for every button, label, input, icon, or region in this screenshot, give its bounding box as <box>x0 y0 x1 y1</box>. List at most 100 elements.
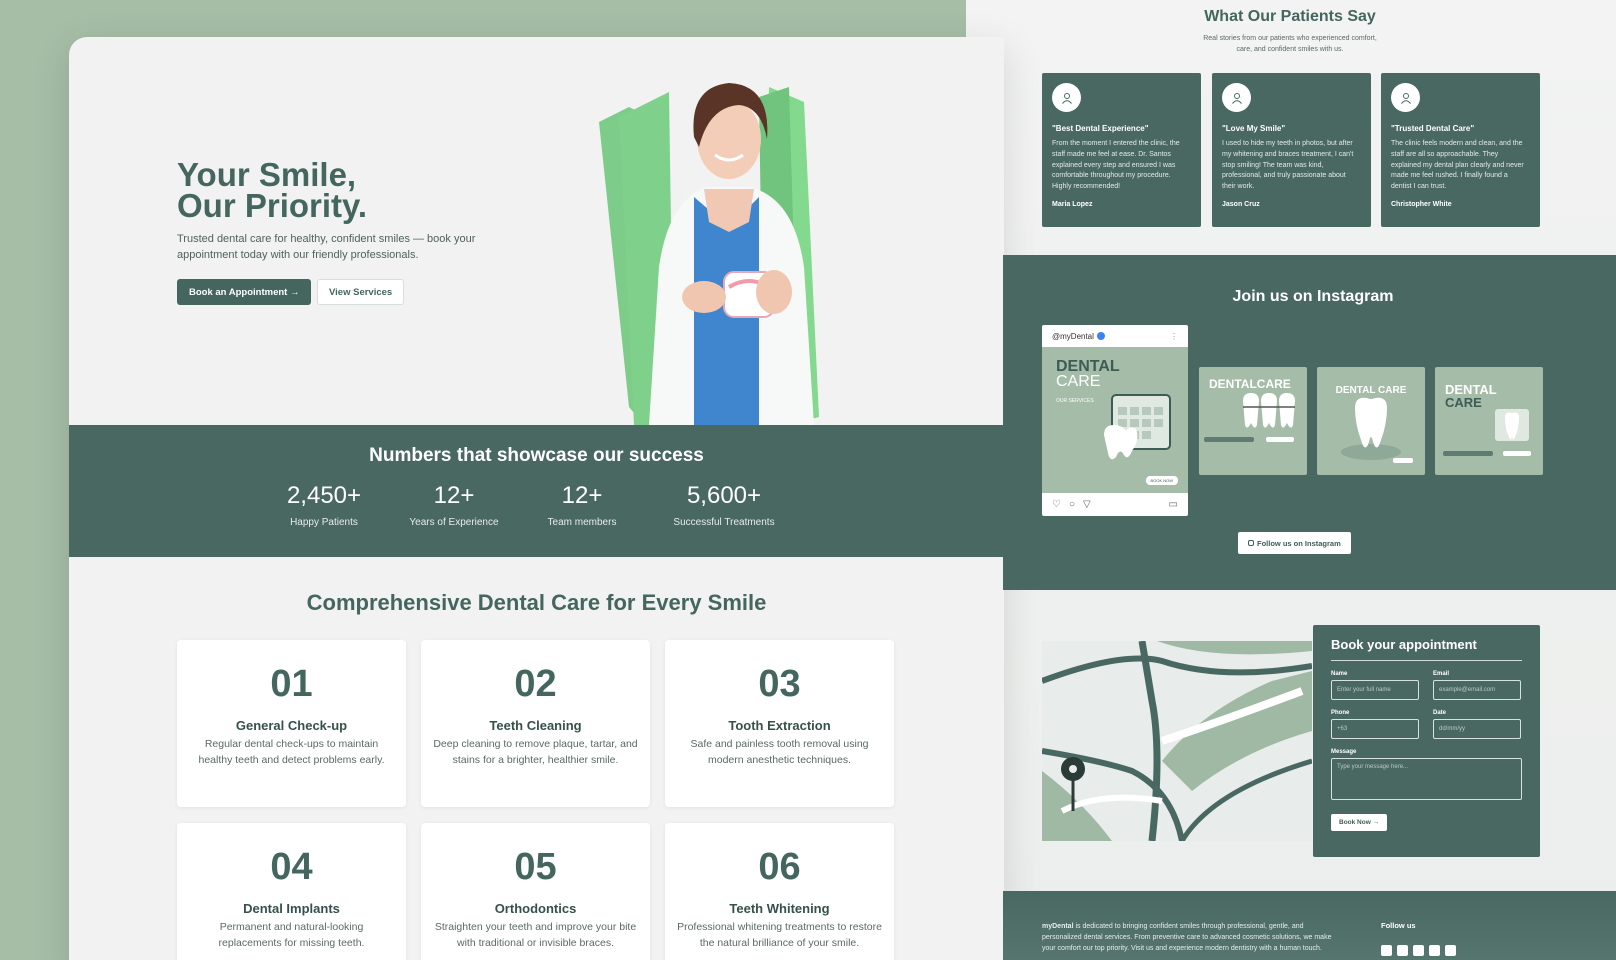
service-title: Teeth Whitening <box>729 901 830 916</box>
instagram-post-main[interactable]: @myDental ⋮ DENTAL CARE OUR SERVICES BOO… <box>1042 325 1188 516</box>
bookmark-icon[interactable]: ▭ <box>1169 499 1178 510</box>
location-map[interactable] <box>1042 641 1312 841</box>
tooth-graphic <box>1341 397 1413 463</box>
service-description: Safe and painless tooth removal using mo… <box>690 738 869 766</box>
date-field-group: Date dd/mm/yy <box>1433 710 1521 739</box>
instagram-post[interactable]: DENTALCARE <box>1199 367 1307 475</box>
user-avatar-icon <box>1391 83 1420 112</box>
post-image: DENTAL CARE OUR SERVICES BOOK NOW <box>1042 347 1188 493</box>
booking-row: Name Enter your full name Email example@… <box>1331 671 1522 700</box>
name-field-group: Name Enter your full name <box>1331 671 1419 700</box>
post-actions: ♡ ○ ▽ ▭ <box>1042 493 1188 515</box>
email-input[interactable]: example@email.com <box>1433 680 1521 700</box>
comment-icon[interactable]: ○ <box>1069 499 1075 510</box>
instagram-post[interactable]: DENTAL CARE <box>1317 367 1425 475</box>
testimonials-subtitle: Real stories from our patients who exper… <box>1203 35 1377 53</box>
calendar-tooth-graphic <box>1104 394 1171 460</box>
service-number: 02 <box>514 663 557 705</box>
facebook-icon[interactable] <box>1381 945 1392 956</box>
service-title: Tooth Extraction <box>728 718 831 733</box>
heart-icon[interactable]: ♡ <box>1052 499 1061 510</box>
teeth-braces-graphic <box>1204 393 1295 442</box>
instagram-title: Join us on Instagram <box>1232 288 1394 305</box>
book-now-button[interactable]: Book Now → <box>1331 814 1388 831</box>
testimonial-author: Maria Lopez <box>1052 200 1093 208</box>
follow-instagram-label: Follow us on Instagram <box>1257 538 1341 548</box>
service-description: Straighten your teeth and improve your b… <box>434 921 637 949</box>
message-textarea[interactable]: Type your message here... <box>1331 758 1522 800</box>
verified-icon <box>1096 332 1105 340</box>
stat-value: 2,450+ <box>286 482 362 509</box>
view-services-button[interactable]: View Services <box>317 279 405 305</box>
service-card[interactable]: 05 Orthodontics Straighten your teeth an… <box>421 823 650 960</box>
stat-item: 5,600+ Successful Treatments <box>659 481 789 528</box>
service-card[interactable]: 01 General Check-up Regular dental check… <box>177 640 406 807</box>
post-title: DENTALCARE <box>1209 377 1291 391</box>
service-description: Deep cleaning to remove plaque, tartar, … <box>433 738 638 766</box>
send-icon[interactable]: ▽ <box>1083 499 1091 510</box>
booking-row: Phone +63 Date dd/mm/yy <box>1331 710 1522 739</box>
name-input[interactable]: Enter your full name <box>1331 680 1419 700</box>
testimonial-title: "Love My Smile" <box>1222 124 1286 133</box>
service-number: 04 <box>270 846 313 888</box>
service-title: Teeth Cleaning <box>489 718 582 733</box>
message-label: Message <box>1331 749 1357 755</box>
service-title: General Check-up <box>235 718 348 733</box>
service-description: Permanent and natural-looking replacemen… <box>218 921 365 949</box>
stats-section: Numbers that showcase our success 2,450+… <box>69 425 1004 557</box>
testimonial-card: "Best Dental Experience" From the moment… <box>1042 73 1201 227</box>
post-header: @myDental ⋮ <box>1042 325 1188 347</box>
service-number: 01 <box>270 663 313 705</box>
instagram-post[interactable]: DENTAL CARE <box>1435 367 1543 475</box>
post-title-line1: DENTAL <box>1445 382 1497 397</box>
instagram-icon <box>1248 540 1254 546</box>
twitter-icon[interactable] <box>1397 945 1408 956</box>
stat-label: Years of Experience <box>409 517 499 528</box>
instagram-icon[interactable] <box>1413 945 1424 956</box>
dentist-image <box>599 83 819 425</box>
youtube-icon[interactable] <box>1445 945 1456 956</box>
book-appointment-button[interactable]: Book an Appointment → <box>177 279 312 305</box>
email-field-group: Email example@email.com <box>1433 671 1521 700</box>
testimonial-title: "Best Dental Experience" <box>1052 124 1149 133</box>
stats-title: Numbers that showcase our success <box>369 445 704 466</box>
service-card[interactable]: 06 Teeth Whitening Professional whitenin… <box>665 823 894 960</box>
stat-item: 2,450+ Happy Patients <box>274 481 374 528</box>
booking-title: Book your appointment <box>1331 637 1522 661</box>
linkedin-icon[interactable] <box>1429 945 1440 956</box>
user-avatar-icon <box>1222 83 1251 112</box>
service-card[interactable]: 02 Teeth Cleaning Deep cleaning to remov… <box>421 640 650 807</box>
post-title-line1: DENTAL <box>1056 358 1120 375</box>
phone-label: Phone <box>1331 710 1350 716</box>
testimonial-text: The clinic feels modern and clean, and t… <box>1391 140 1524 191</box>
testimonial-title: "Trusted Dental Care" <box>1391 124 1475 133</box>
calendar-tooth-graphic <box>1443 409 1531 456</box>
follow-instagram-button[interactable]: Follow us on Instagram <box>1238 532 1351 554</box>
testimonial-card: "Love My Smile" I used to hide my teeth … <box>1212 73 1371 227</box>
hero-title-line1: Your Smile, <box>177 156 357 193</box>
stat-value: 12+ <box>433 482 475 509</box>
instagram-handle: @myDental <box>1052 331 1094 341</box>
more-options-icon[interactable]: ⋮ <box>1170 332 1178 341</box>
service-card[interactable]: 04 Dental Implants Permanent and natural… <box>177 823 406 960</box>
social-icons <box>1381 943 1461 960</box>
stat-item: 12+ Team members <box>537 481 627 528</box>
post-book-now: BOOK NOW <box>1145 476 1178 485</box>
service-card[interactable]: 03 Tooth Extraction Safe and painless to… <box>665 640 894 807</box>
testimonial-author: Jason Cruz <box>1222 200 1260 208</box>
testimonial-author: Christopher White <box>1391 200 1452 208</box>
landing-page-left: Your Smile, Our Priority. Trusted dental… <box>69 37 1004 960</box>
name-label: Name <box>1331 671 1348 677</box>
stat-value: 12+ <box>561 482 603 509</box>
message-field-group: Message Type your message here... <box>1331 749 1522 800</box>
phone-input[interactable]: +63 <box>1331 719 1419 739</box>
date-input[interactable]: dd/mm/yy <box>1433 719 1521 739</box>
service-description: Regular dental check-ups to maintain hea… <box>198 738 385 766</box>
service-number: 05 <box>514 846 557 888</box>
stat-label: Successful Treatments <box>673 517 775 528</box>
email-label: Email <box>1433 671 1450 677</box>
booking-form: Book your appointment Name Enter your fu… <box>1313 625 1540 857</box>
date-label: Date <box>1433 710 1447 716</box>
hero-title-line2: Our Priority. <box>177 187 368 224</box>
footer-about: myDental is dedicated to bringing confid… <box>1042 921 1332 954</box>
